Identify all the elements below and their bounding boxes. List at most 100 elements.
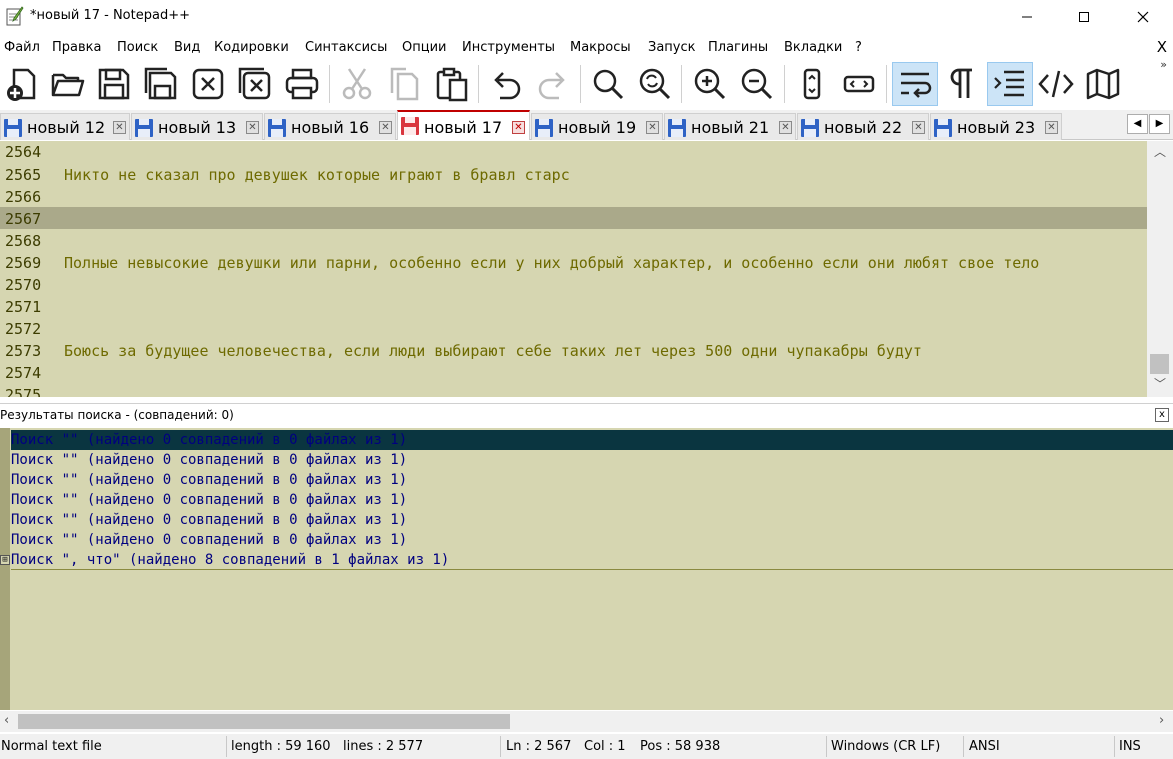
expand-fold-icon[interactable]: ⊞ <box>0 555 10 565</box>
document-map-button[interactable] <box>1081 62 1125 106</box>
maximize-button[interactable] <box>1061 0 1107 33</box>
menu-search[interactable]: Поиск <box>117 40 158 55</box>
toolbar-overflow-button[interactable]: » <box>1160 58 1167 71</box>
indent-guide-button[interactable] <box>987 62 1033 106</box>
tab-new-22[interactable]: новый 22 ✕ <box>797 113 929 140</box>
save-icon <box>98 68 130 100</box>
search-result-row[interactable]: Поиск "" (найдено 0 совпадений в 0 файла… <box>11 450 1173 470</box>
cut-button[interactable] <box>335 62 379 106</box>
scroll-thumb[interactable] <box>18 714 510 729</box>
toolbar: » <box>0 58 1173 109</box>
sync-vertical-icon <box>803 68 821 100</box>
zoom-out-button[interactable] <box>735 62 779 106</box>
status-encoding[interactable]: ANSI <box>969 739 1000 754</box>
scroll-down-icon[interactable]: ﹀ <box>1147 375 1173 395</box>
saved-file-icon <box>668 119 686 137</box>
replace-button[interactable] <box>633 62 677 106</box>
line-number: 2573 <box>5 342 42 360</box>
fold-margin <box>0 428 10 710</box>
map-icon <box>1086 68 1120 100</box>
tab-close-icon[interactable]: ✕ <box>246 121 259 134</box>
menu-tools[interactable]: Инструменты <box>462 40 555 55</box>
results-horizontal-scrollbar[interactable]: ‹ › <box>0 711 1173 732</box>
search-result-row[interactable]: Поиск "" (найдено 0 совпадений в 0 файла… <box>11 430 1173 450</box>
close-all-button[interactable] <box>233 62 277 106</box>
menu-view[interactable]: Вид <box>174 40 200 55</box>
saved-file-icon <box>268 119 286 137</box>
tab-close-icon[interactable]: ✕ <box>1045 121 1058 134</box>
sync-horizontal-icon <box>843 75 875 93</box>
menu-encoding[interactable]: Кодировки <box>214 40 289 55</box>
save-all-button[interactable] <box>139 62 183 106</box>
print-button[interactable] <box>280 62 324 106</box>
status-bar: Normal text file length : 59 160 lines :… <box>0 734 1173 759</box>
zoom-in-button[interactable] <box>688 62 732 106</box>
new-file-button[interactable] <box>0 62 44 106</box>
show-all-characters-button[interactable] <box>940 62 984 106</box>
scroll-left-icon[interactable]: ‹ <box>4 713 9 728</box>
search-result-row[interactable]: Поиск "" (найдено 0 совпадений в 0 файла… <box>11 510 1173 530</box>
status-lines: lines : 2 577 <box>343 739 424 754</box>
tab-new-16[interactable]: новый 16 ✕ <box>264 113 396 140</box>
tab-close-icon[interactable]: ✕ <box>779 121 792 134</box>
menu-macros[interactable]: Макросы <box>570 40 631 55</box>
status-eol[interactable]: Windows (CR LF) <box>831 739 940 754</box>
tab-scroll-right-button[interactable]: ▶ <box>1149 114 1170 134</box>
search-result-row[interactable]: Поиск "" (найдено 0 совпадений в 0 файла… <box>11 470 1173 490</box>
menu-run[interactable]: Запуск <box>648 40 696 55</box>
tab-new-12[interactable]: новый 12 ✕ <box>0 113 130 140</box>
close-window-button[interactable] <box>1120 0 1166 33</box>
sync-vertical-scroll-button[interactable] <box>790 62 834 106</box>
editor-area[interactable]: 2564 2565 Никто не сказал про девушек кот… <box>0 141 1147 397</box>
search-results-header: Результаты поиска - (совпадений: 0) x <box>0 403 1173 426</box>
tab-new-23[interactable]: новый 23 ✕ <box>930 113 1062 140</box>
tab-close-icon[interactable]: ✕ <box>912 121 925 134</box>
line-number: 2569 <box>5 254 42 272</box>
tab-new-13[interactable]: новый 13 ✕ <box>131 113 263 140</box>
word-wrap-button[interactable] <box>892 62 938 106</box>
menu-plugins[interactable]: Плагины <box>708 40 768 55</box>
word-wrap-icon <box>901 72 932 98</box>
close-document-button[interactable]: X <box>1157 38 1167 56</box>
scroll-up-icon[interactable]: ︿ <box>1147 143 1173 163</box>
line-number: 2567 <box>5 210 42 228</box>
copy-button[interactable] <box>382 62 426 106</box>
tab-close-icon[interactable]: ✕ <box>512 121 525 134</box>
tab-scroll-left-button[interactable]: ◀ <box>1127 114 1148 134</box>
menu-tabs[interactable]: Вкладки <box>784 40 842 55</box>
search-results-list[interactable]: Поиск "" (найдено 0 совпадений в 0 файла… <box>0 428 1173 710</box>
close-panel-button[interactable]: x <box>1155 408 1169 422</box>
tab-label: новый 22 <box>824 118 903 137</box>
tab-new-21[interactable]: новый 21 ✕ <box>664 113 796 140</box>
editor-vertical-scrollbar[interactable]: ︿ ﹀ <box>1147 141 1173 397</box>
menu-options[interactable]: Опции <box>402 40 446 55</box>
tab-new-19[interactable]: новый 19 ✕ <box>531 113 663 140</box>
redo-button[interactable] <box>531 62 575 106</box>
menu-help[interactable]: ? <box>855 40 862 55</box>
minimize-button[interactable] <box>1004 0 1050 33</box>
redo-icon <box>538 72 565 100</box>
close-file-icon <box>192 68 224 100</box>
code-tag-icon <box>1038 70 1074 98</box>
tab-new-17[interactable]: новый 17 ✕ <box>397 110 530 140</box>
tab-close-icon[interactable]: ✕ <box>646 121 659 134</box>
scroll-right-icon[interactable]: › <box>1159 713 1164 728</box>
find-button[interactable] <box>586 62 630 106</box>
scroll-thumb[interactable] <box>1150 354 1169 374</box>
html-tag-button[interactable] <box>1034 62 1078 106</box>
search-result-row[interactable]: Поиск ", что" (найдено 8 совпадений в 1 … <box>11 550 1173 570</box>
menu-syntax[interactable]: Синтаксисы <box>305 40 387 55</box>
tab-close-icon[interactable]: ✕ <box>113 121 126 134</box>
tab-close-icon[interactable]: ✕ <box>379 121 392 134</box>
search-result-row[interactable]: Поиск "" (найдено 0 совпадений в 0 файла… <box>11 530 1173 550</box>
search-result-row[interactable]: Поиск "" (найдено 0 совпадений в 0 файла… <box>11 490 1173 510</box>
undo-button[interactable] <box>484 62 528 106</box>
menu-edit[interactable]: Правка <box>52 40 101 55</box>
close-button[interactable] <box>186 62 230 106</box>
tab-label: новый 21 <box>691 118 770 137</box>
open-file-button[interactable] <box>46 62 90 106</box>
save-button[interactable] <box>92 62 136 106</box>
menu-file[interactable]: Файл <box>4 40 40 55</box>
sync-horizontal-scroll-button[interactable] <box>837 62 881 106</box>
paste-button[interactable] <box>430 62 474 106</box>
